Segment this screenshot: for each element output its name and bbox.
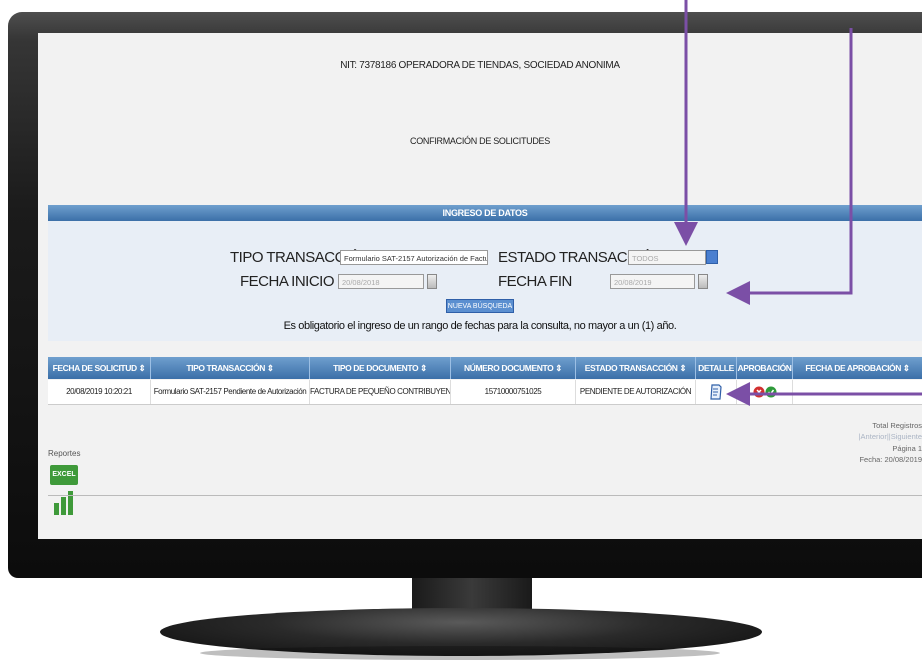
total-registros: Total Registros [872, 421, 922, 430]
fecha-fin-label: FECHA FIN [498, 273, 572, 290]
pager-links[interactable]: |Anterior||Siguiente [859, 432, 922, 441]
table-row: 20/08/2019 10:20:21 Formulario SAT-2157 … [48, 380, 922, 405]
excel-chart-icon[interactable] [52, 489, 78, 515]
fecha-inicio-input[interactable]: 20/08/2018 [338, 274, 424, 289]
reject-icon[interactable] [753, 386, 764, 398]
new-search-button[interactable]: NUEVA BÚSQUEDA [446, 299, 514, 313]
cell-tipo-transaccion: Formulario SAT-2157 Pendiente de Autoriz… [151, 380, 310, 404]
calendar-icon[interactable] [427, 274, 437, 289]
col-tipo-transaccion[interactable]: TIPO TRANSACCIÓN ⇕ [151, 357, 310, 379]
reports-label: Reportes [48, 449, 81, 458]
dropdown-icon[interactable] [706, 250, 718, 264]
cell-numero-documento: 15710000751025 [451, 380, 576, 404]
approval-actions [753, 386, 776, 398]
approve-icon[interactable] [765, 386, 776, 398]
cell-aprobacion [737, 380, 793, 404]
cell-tipo-documento: FACTURA DE PEQUEÑO CONTRIBUYENTE [310, 380, 451, 404]
col-aprobacion: APROBACIÓN [737, 357, 793, 379]
monitor-base-shadow [200, 646, 720, 660]
col-detalle: DETALLE [696, 357, 737, 379]
page-title: CONFIRMACIÓN DE SOLICITUDES [410, 136, 550, 146]
company-name: NIT: 7378186 OPERADORA DE TIENDAS, SOCIE… [340, 60, 620, 71]
cell-fecha-solicitud: 20/08/2019 10:20:21 [48, 380, 151, 404]
col-estado-transaccion[interactable]: ESTADO TRANSACCIÓN ⇕ [576, 357, 696, 379]
tipo-transaccion-select[interactable]: Formulario SAT-2157 Autorización de Fact… [340, 250, 488, 265]
date-range-note: Es obligatorio el ingreso de un rango de… [283, 320, 677, 332]
calendar-icon[interactable] [698, 274, 708, 289]
document-detail-icon[interactable] [709, 384, 723, 400]
fecha-inicio-label: FECHA INICIO [240, 273, 335, 290]
report-date: Fecha: 20/08/2019 [859, 455, 922, 464]
page-number: Página 1 [892, 444, 922, 453]
section-title-bar: INGRESO DE DATOS [48, 205, 922, 221]
table-header-row: FECHA DE SOLICITUD ⇕ TIPO TRANSACCIÓN ⇕ … [48, 357, 922, 379]
cell-estado-transaccion: PENDIENTE DE AUTORIZACIÓN [576, 380, 696, 404]
screen: NIT: 7378186 OPERADORA DE TIENDAS, SOCIE… [38, 33, 922, 539]
cell-detalle [696, 380, 737, 404]
col-numero-documento[interactable]: NÚMERO DOCUMENTO ⇕ [451, 357, 576, 379]
col-fecha-solicitud[interactable]: FECHA DE SOLICITUD ⇕ [48, 357, 151, 379]
excel-icon[interactable]: EXCEL [50, 465, 78, 485]
cell-fecha-aprobacion [793, 380, 922, 404]
estado-transaccion-select[interactable]: TODOS [628, 250, 706, 265]
col-fecha-aprobacion[interactable]: FECHA DE APROBACIÓN ⇕ [793, 357, 922, 379]
col-tipo-documento[interactable]: TIPO DE DOCUMENTO ⇕ [310, 357, 451, 379]
fecha-fin-input[interactable]: 20/08/2019 [610, 274, 695, 289]
bottom-divider [48, 495, 922, 496]
